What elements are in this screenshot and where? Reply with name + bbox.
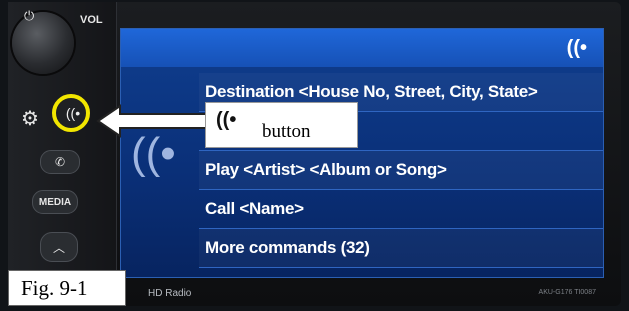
button-callout-label: button (262, 121, 311, 142)
screen-header: ((• (121, 29, 603, 67)
settings-button[interactable]: ⚙ (16, 104, 44, 132)
power-icon: ⏻ (24, 8, 35, 23)
callout-arrow (96, 104, 215, 138)
command-more[interactable]: More commands (32) (199, 229, 603, 268)
phone-button[interactable]: ✆ (40, 150, 80, 174)
voice-command-icon: ((• (566, 37, 587, 59)
touchscreen: ((• ((• Destination <House No, Street, C… (120, 28, 604, 278)
up-button[interactable]: ︿ (40, 232, 78, 262)
command-play[interactable]: Play <Artist> <Album or Song> (199, 151, 603, 190)
volume-knob[interactable] (12, 12, 74, 74)
voice-command-icon: ((• (216, 109, 237, 131)
media-button-label: MEDIA (38, 196, 72, 208)
media-button[interactable]: MEDIA (32, 190, 78, 214)
vol-label: VOL (80, 14, 103, 26)
model-label: AKU-G176 TI0087 (538, 289, 596, 296)
gear-icon: ⚙ (21, 107, 39, 130)
figure-label: Fig. 9-1 (21, 276, 88, 300)
figure-caption-box: Fig. 9-1 (8, 270, 126, 306)
phone-icon: ✆ (54, 155, 66, 169)
voice-button-highlight-ring (52, 94, 90, 132)
bottom-bezel-strip: HD Radio AKU-G176 TI0087 (128, 286, 598, 302)
button-callout-box: ((• button (205, 102, 358, 148)
command-call[interactable]: Call <Name> (199, 190, 603, 229)
chevron-up-icon: ︿ (52, 240, 65, 255)
hd-radio-label: HD Radio (148, 288, 192, 299)
